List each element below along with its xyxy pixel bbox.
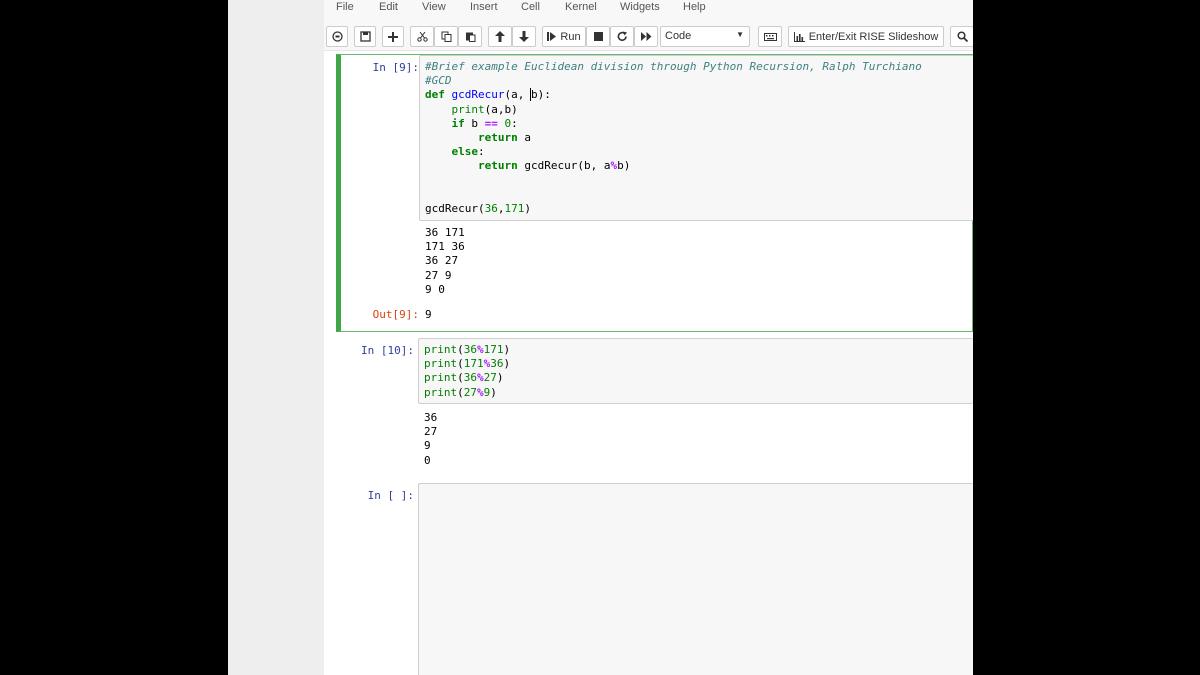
code-editor[interactable]	[418, 483, 973, 675]
command-palette-button[interactable]	[326, 26, 348, 47]
menu-widgets[interactable]: Widgets	[620, 1, 660, 13]
menu-bar: File Edit View Insert Cell Kernel Widget…	[324, 0, 973, 20]
toolbar: Run Code ▼ Enter/Exit RISE Slideshow	[324, 20, 973, 51]
run-all-button[interactable]	[634, 26, 658, 47]
cell-stdout: 36 27 9 0	[424, 411, 438, 467]
copy-icon	[441, 31, 451, 42]
caret-down-icon: ▼	[736, 30, 744, 39]
menu-view[interactable]: View	[422, 1, 446, 13]
restart-button[interactable]	[610, 26, 634, 47]
menu-help[interactable]: Help	[683, 1, 706, 13]
rise-slideshow-button[interactable]: Enter/Exit RISE Slideshow	[788, 26, 944, 47]
arrow-up-icon	[495, 31, 505, 42]
code-editor[interactable]: print(36%171) print(171%36) print(36%27)…	[418, 338, 973, 404]
menu-kernel[interactable]: Kernel	[565, 1, 597, 13]
output-prompt: Out[9]:	[372, 308, 419, 321]
arrow-down-icon	[519, 31, 529, 42]
keyboard-circle-icon	[331, 31, 343, 42]
jupyter-window: File Edit View Insert Cell Kernel Widget…	[228, 0, 973, 675]
restart-icon	[617, 31, 627, 42]
run-label: Run	[560, 30, 581, 43]
cell-type-value: Code	[665, 30, 692, 42]
insert-cell-button[interactable]	[382, 26, 404, 47]
step-forward-icon	[547, 32, 557, 41]
stop-icon	[593, 32, 603, 41]
cell-stdout: 36 171 171 36 36 27 27 9 9 0	[425, 226, 465, 296]
code-editor[interactable]: #Brief example Euclidean division throug…	[419, 55, 973, 221]
menu-file[interactable]: File	[336, 1, 354, 13]
copy-button[interactable]	[434, 26, 458, 47]
cell-type-select[interactable]: Code ▼	[660, 26, 750, 47]
code-text: print(36%171) print(171%36) print(36%27)…	[424, 343, 511, 399]
cut-button[interactable]	[410, 26, 434, 47]
keyboard-icon	[763, 32, 777, 41]
keyboard-shortcuts-button[interactable]	[758, 26, 782, 47]
code-cell-selected[interactable]: In [9]: #Brief example Euclidean divisio…	[336, 54, 973, 332]
save-button[interactable]	[354, 26, 376, 47]
menu-insert[interactable]: Insert	[470, 1, 498, 13]
input-prompt: In [10]:	[361, 344, 414, 357]
menu-cell[interactable]: Cell	[521, 1, 540, 13]
code-text: #Brief example Euclidean division throug…	[425, 60, 922, 216]
move-down-button[interactable]	[512, 26, 536, 47]
plus-icon	[388, 31, 398, 42]
input-prompt: In [9]:	[372, 61, 419, 74]
move-up-button[interactable]	[488, 26, 512, 47]
code-cell[interactable]: In [10]: print(36%171) print(171%36) pri…	[336, 338, 973, 478]
rise-label: Enter/Exit RISE Slideshow	[808, 30, 939, 43]
bar-chart-icon	[793, 31, 805, 42]
paste-button[interactable]	[458, 26, 482, 47]
zoom-button[interactable]	[950, 26, 973, 47]
interrupt-button[interactable]	[586, 26, 610, 47]
magnifier-icon	[956, 31, 968, 42]
code-cell-empty[interactable]: In [ ]:	[336, 483, 973, 675]
menu-edit[interactable]: Edit	[379, 1, 398, 13]
run-button[interactable]: Run	[542, 26, 586, 47]
notebook-container: File Edit View Insert Cell Kernel Widget…	[324, 0, 973, 675]
scissors-icon	[416, 31, 428, 42]
paste-icon	[465, 32, 475, 42]
floppy-disk-icon	[359, 31, 371, 42]
fast-forward-icon	[640, 32, 651, 41]
input-prompt: In [ ]:	[367, 489, 414, 502]
cell-result: 9	[425, 308, 432, 321]
